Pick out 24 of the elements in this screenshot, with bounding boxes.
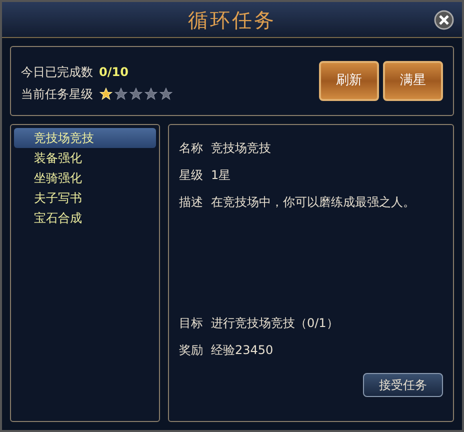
- completed-count: 0/10: [99, 64, 128, 81]
- close-icon[interactable]: [434, 10, 454, 30]
- field-value: 竞技场竞技: [211, 140, 271, 157]
- field-label: 名称: [179, 140, 203, 157]
- accept-task-button[interactable]: 接受任务: [363, 373, 443, 397]
- field-value: 经验23450: [211, 342, 274, 359]
- star-level-label: 当前任务星级: [21, 86, 93, 103]
- action-button[interactable]: 刷新: [319, 61, 379, 101]
- field-value: 1星: [211, 167, 231, 184]
- task-list-item[interactable]: 坐骑强化: [14, 168, 156, 188]
- task-list-item[interactable]: 夫子写书: [14, 188, 156, 208]
- field-label: 奖励: [179, 342, 203, 359]
- field-label: 目标: [179, 315, 203, 332]
- filled-star-icon: [99, 87, 113, 101]
- task-list-item[interactable]: 竞技场竞技: [14, 128, 156, 148]
- field-value: 进行竞技场竞技（0/1）: [211, 315, 338, 332]
- task-list-item[interactable]: 宝石合成: [14, 208, 156, 228]
- field-label: 星级: [179, 167, 203, 184]
- field-label: 描述: [179, 194, 203, 211]
- window-title: 循环任务: [188, 6, 276, 34]
- completed-label: 今日已完成数: [21, 64, 93, 81]
- action-button[interactable]: 满星: [383, 61, 443, 101]
- field-value: 在竞技场中，你可以磨练成最强之人。: [211, 194, 415, 211]
- task-list-item[interactable]: 装备强化: [14, 148, 156, 168]
